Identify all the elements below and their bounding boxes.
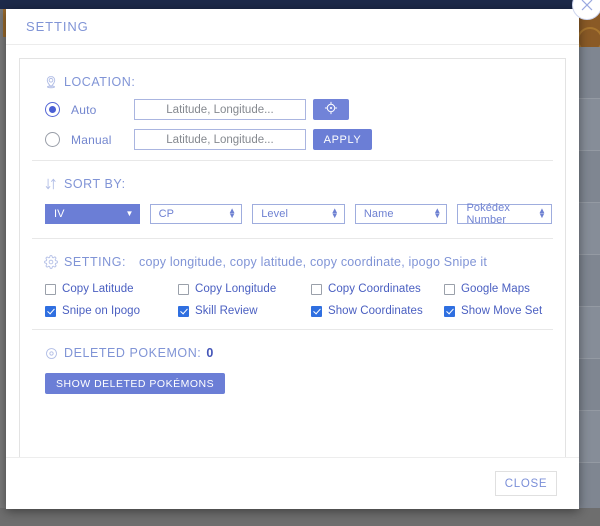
checkbox-box[interactable] [178,305,189,317]
radio-auto[interactable] [45,102,60,117]
setting-section: SETTING: copy longitude, copy latitude, … [33,239,552,329]
deleted-pokemon-heading: DELETED POKEMON: 0 [43,345,552,361]
sort-select-cp-label: CP [158,208,175,220]
settings-card: LOCATION: Auto Latitude, Longitude... Ma… [19,58,566,470]
checkbox-box[interactable] [178,283,189,295]
up-down-arrows-icon: ▲ ▼ [433,206,442,220]
checkbox-label: Copy Latitude [62,283,134,295]
checkbox-skill-review[interactable]: Skill Review [178,305,311,317]
checkbox-box[interactable] [444,305,455,317]
checkbox-copy-longitude[interactable]: Copy Longitude [178,283,311,295]
setting-description: copy longitude, copy latitude, copy coor… [139,255,488,269]
deleted-pokemon-section: DELETED POKEMON: 0 SHOW DELETED POKÉMONS [33,330,552,404]
checkbox-label: Show Coordinates [328,305,423,317]
radio-auto-label: Auto [71,102,97,117]
setting-heading-label: SETTING: [64,255,127,269]
setting-dialog: SETTING LOCATION: Auto Latitude, Longitu… [6,9,579,509]
dialog-footer: CLOSE [6,457,579,509]
checkbox-snipe-on-ipogo[interactable]: Snipe on Ipogo [45,305,178,317]
sort-by-heading: SORT BY: [43,176,552,192]
checkbox-box[interactable] [444,283,455,295]
sort-by-heading-label: SORT BY: [64,177,126,191]
sort-select-iv-label: IV [54,208,65,220]
auto-coordinates-input[interactable] [134,99,306,120]
gear-icon [43,254,59,270]
checkbox-label: Snipe on Ipogo [62,305,141,317]
checkbox-label: Copy Longitude [195,283,277,295]
close-button[interactable]: CLOSE [495,471,557,496]
page-title: SETTING [26,19,89,34]
deleted-pokemon-count: 0 [206,346,214,360]
apply-button[interactable]: APPLY [313,129,372,150]
checkbox-label: Copy Coordinates [328,283,421,295]
dialog-header: SETTING [6,9,579,45]
background-bottom-strip [0,508,600,526]
pokeball-icon [43,345,59,361]
locate-me-button[interactable] [313,99,349,120]
show-deleted-pokemons-button[interactable]: SHOW DELETED POKÉMONS [45,373,226,394]
sort-select-name-label: Name [363,208,394,220]
deleted-pokemon-label: DELETED POKEMON: [64,346,202,360]
background-top-navbar [0,0,600,9]
location-heading: LOCATION: [43,74,552,90]
sort-select-cp[interactable]: CP ▲ ▼ [149,204,243,224]
up-down-arrows-icon: ▲ ▼ [537,206,546,220]
sort-by-section: SORT BY: IV ▼ CP ▲ ▼ Level ▲ ▼ Name ▲ ▼ … [33,161,552,238]
manual-coordinates-input[interactable] [134,129,306,150]
sort-arrows-icon [43,176,59,192]
sort-select-pokedex-number[interactable]: Pokédex Number ▲ ▼ [457,202,552,226]
checkbox-show-move-set[interactable]: Show Move Set [444,305,577,317]
chevron-down-icon: ▼ [125,209,134,218]
up-down-arrows-icon: ▲ ▼ [330,206,339,220]
dialog-body: LOCATION: Auto Latitude, Longitude... Ma… [6,45,579,482]
location-auto-row: Auto [45,99,552,120]
checkbox-google-maps[interactable]: Google Maps [444,283,577,295]
sort-select-iv[interactable]: IV ▼ [45,204,140,224]
checkbox-box[interactable] [45,283,56,295]
location-manual-row: Manual APPLY [45,129,552,150]
map-pin-icon [43,74,59,90]
checkbox-label: Skill Review [195,305,258,317]
sort-select-pokedex-number-label: Pokédex Number [466,202,510,226]
checkbox-copy-latitude[interactable]: Copy Latitude [45,283,178,295]
checkbox-label: Show Move Set [461,305,543,317]
location-heading-label: LOCATION: [64,75,136,89]
crosshair-gps-icon [324,101,338,118]
checkbox-box[interactable] [45,305,56,317]
sort-options-row: IV ▼ CP ▲ ▼ Level ▲ ▼ Name ▲ ▼ Pokédex N… [45,202,552,226]
sort-select-level[interactable]: Level ▲ ▼ [252,204,345,224]
sort-select-level-label: Level [261,208,288,220]
up-down-arrows-icon: ▲ ▼ [228,206,237,220]
checkbox-box[interactable] [311,283,322,295]
radio-manual[interactable] [45,132,60,147]
checkbox-box[interactable] [311,305,322,317]
setting-checkbox-grid: Copy Latitude Copy Longitude Copy Coordi… [45,283,552,317]
radio-manual-label: Manual [71,132,112,147]
location-section: LOCATION: Auto Latitude, Longitude... Ma… [33,59,552,160]
checkbox-copy-coordinates[interactable]: Copy Coordinates [311,283,444,295]
checkbox-label: Google Maps [461,283,530,295]
sort-select-name[interactable]: Name ▲ ▼ [354,204,448,224]
setting-heading: SETTING: copy longitude, copy latitude, … [43,254,552,270]
checkbox-show-coordinates[interactable]: Show Coordinates [311,305,444,317]
